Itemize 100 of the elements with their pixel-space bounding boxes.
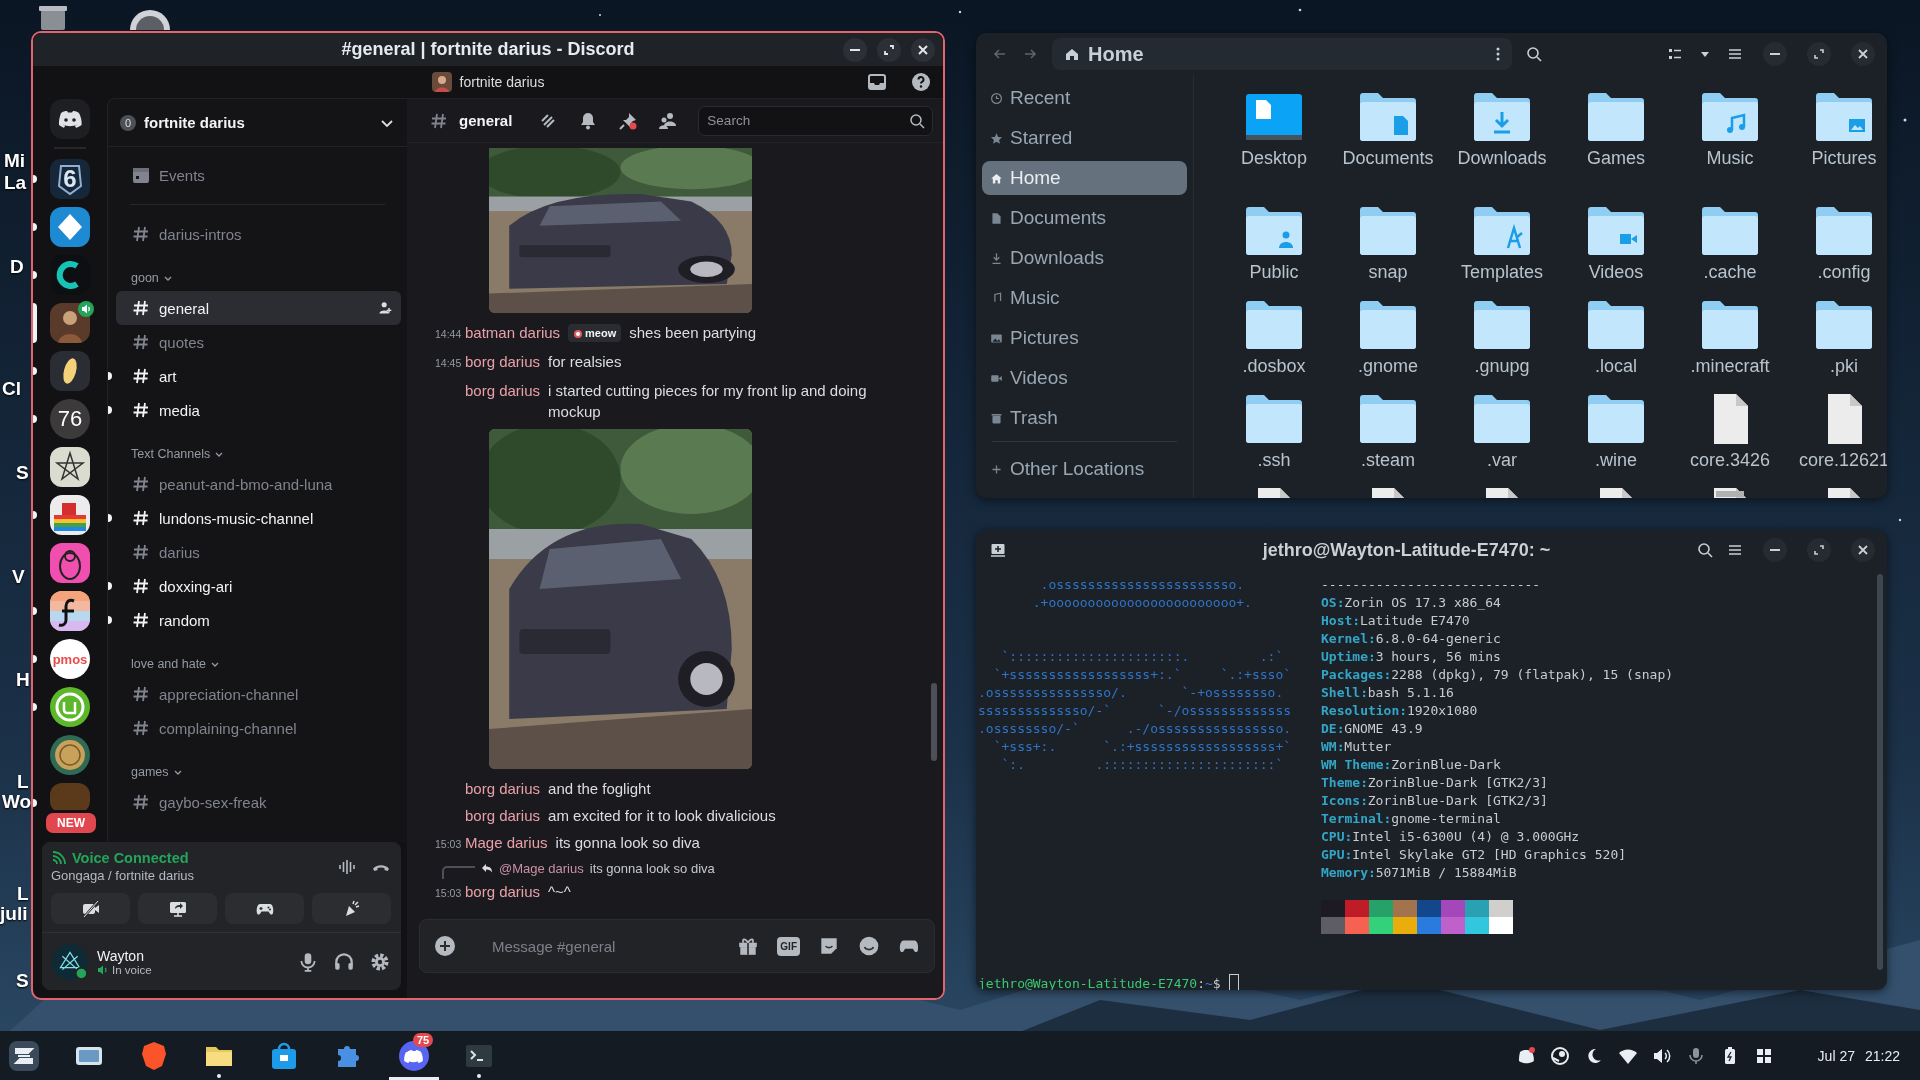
- desktop-icon-label[interactable]: Wo: [2, 793, 32, 811]
- author-name[interactable]: borg darius: [465, 881, 541, 902]
- channel-item[interactable]: art: [116, 359, 401, 393]
- author-name[interactable]: borg darius: [465, 351, 541, 372]
- sidebar-item[interactable]: Trash: [982, 401, 1187, 435]
- server-button[interactable]: pmos: [50, 639, 90, 679]
- file-name[interactable]: .config: [1794, 262, 1887, 282]
- scrollbar-thumb[interactable]: [931, 683, 937, 761]
- folder-icon[interactable]: [1588, 92, 1644, 142]
- file-name[interactable]: Public: [1224, 262, 1324, 282]
- author-name[interactable]: borg darius: [465, 778, 541, 799]
- desktop-icon-label[interactable]: D: [10, 258, 24, 276]
- author-name[interactable]: borg darius: [465, 380, 541, 401]
- list-view-icon[interactable]: [1667, 46, 1683, 62]
- sidebar-item[interactable]: Pictures: [982, 321, 1187, 355]
- maximize-button[interactable]: [1807, 538, 1831, 562]
- reply-mention[interactable]: @Mage darius: [499, 860, 584, 876]
- file-name[interactable]: Music: [1680, 148, 1780, 168]
- author-name[interactable]: batman darius: [465, 322, 561, 343]
- channel-item[interactable]: lundons-music-channel: [116, 501, 401, 535]
- more-icon[interactable]: [1496, 46, 1500, 62]
- folder-icon[interactable]: [1702, 206, 1758, 256]
- sidebar-item[interactable]: Videos: [982, 361, 1187, 395]
- folder-icon[interactable]: [1360, 92, 1416, 142]
- reply-preview[interactable]: its gonna look so diva: [589, 860, 715, 876]
- sticker-icon[interactable]: [818, 935, 840, 957]
- search-icon[interactable]: [1526, 46, 1542, 62]
- channel-item[interactable]: darius: [116, 535, 401, 569]
- category-label[interactable]: Text Channels: [131, 447, 211, 461]
- folder-icon[interactable]: [1474, 394, 1530, 444]
- desktop-icon-label[interactable]: La: [4, 174, 27, 192]
- folder-icon[interactable]: [1588, 206, 1644, 256]
- channel-item[interactable]: general: [116, 291, 401, 325]
- sidebar-item[interactable]: Home: [982, 161, 1187, 195]
- folder-icon[interactable]: [1588, 300, 1644, 350]
- help-icon[interactable]: [911, 72, 931, 92]
- desktop-icon-label[interactable]: L: [17, 885, 29, 903]
- close-button[interactable]: [1851, 42, 1875, 66]
- headphones-icon[interactable]: [333, 950, 355, 973]
- pin-icon[interactable]: [618, 110, 639, 131]
- folder-icon[interactable]: [1246, 394, 1302, 444]
- channel-item[interactable]: peanut-and-bmo-and-luna: [116, 467, 401, 501]
- inbox-icon[interactable]: [867, 72, 887, 92]
- new-tab-icon[interactable]: [990, 542, 1006, 558]
- folder-icon[interactable]: [1246, 300, 1302, 350]
- path-bar[interactable]: Home: [1052, 38, 1512, 70]
- folder-icon[interactable]: [1588, 394, 1644, 444]
- author-name[interactable]: borg darius: [465, 805, 541, 826]
- folder-icon[interactable]: [1816, 300, 1872, 350]
- gamepad-button[interactable]: [225, 893, 304, 924]
- file-name[interactable]: Documents: [1338, 148, 1438, 168]
- minimize-button[interactable]: [1763, 538, 1787, 562]
- file-name[interactable]: .gnome: [1338, 356, 1438, 376]
- server-button[interactable]: [50, 303, 90, 343]
- file-name[interactable]: Templates: [1452, 262, 1552, 282]
- folder-icon[interactable]: [1474, 206, 1530, 256]
- server-button[interactable]: 76: [50, 399, 90, 439]
- trash-icon[interactable]: [38, 6, 68, 30]
- avatar-icon[interactable]: [51, 942, 89, 981]
- server-button[interactable]: [50, 351, 90, 391]
- server-button[interactable]: [50, 447, 90, 487]
- category-label[interactable]: love and hate: [131, 657, 207, 671]
- events-item[interactable]: Events: [116, 158, 401, 192]
- folder-icon[interactable]: [1474, 92, 1530, 142]
- clock-time[interactable]: 21:22: [1864, 1047, 1900, 1064]
- file-name[interactable]: .steam: [1338, 450, 1438, 470]
- sidebar-item[interactable]: Downloads: [982, 241, 1187, 275]
- channel-item[interactable]: gaybo-sex-freak: [116, 785, 401, 819]
- folder-icon[interactable]: [1702, 92, 1758, 142]
- file-name[interactable]: .var: [1452, 450, 1552, 470]
- server-button[interactable]: [50, 207, 90, 247]
- message-field[interactable]: Message #general: [490, 936, 720, 956]
- folder-icon[interactable]: [1360, 300, 1416, 350]
- sidebar-item[interactable]: Other Locations: [982, 452, 1187, 486]
- channel-item[interactable]: complaining-channel: [116, 711, 401, 745]
- desktop-icon-label[interactable]: V: [12, 568, 25, 586]
- minimize-button[interactable]: [843, 38, 867, 62]
- file-name[interactable]: Desktop: [1224, 148, 1324, 168]
- server-button[interactable]: [50, 687, 90, 727]
- file-name[interactable]: .gnupg: [1452, 356, 1552, 376]
- folder-icon[interactable]: [1360, 206, 1416, 256]
- channel-item[interactable]: appreciation-channel: [116, 677, 401, 711]
- file-name[interactable]: .wine: [1566, 450, 1666, 470]
- server-name[interactable]: fortnite darius: [144, 114, 371, 131]
- channel-item[interactable]: doxxing-ari: [116, 569, 401, 603]
- server-button[interactable]: [50, 543, 90, 583]
- folder-icon[interactable]: [1246, 92, 1302, 142]
- menu-icon[interactable]: [1727, 46, 1743, 62]
- camera-off-button[interactable]: [51, 893, 130, 924]
- voice-location[interactable]: Gongaga / fortnite darius: [51, 868, 323, 883]
- file-name[interactable]: .minecraft: [1680, 356, 1780, 376]
- channel-item[interactable]: darius-intros: [116, 217, 401, 251]
- folder-icon[interactable]: [1816, 92, 1872, 142]
- file-name[interactable]: .pki: [1794, 356, 1887, 376]
- file-name[interactable]: core.3426: [1680, 450, 1780, 470]
- folder-icon[interactable]: [1702, 300, 1758, 350]
- folder-icon[interactable]: [1474, 300, 1530, 350]
- channel-item[interactable]: random: [116, 603, 401, 637]
- file-name[interactable]: Games: [1566, 148, 1666, 168]
- screen-share-button[interactable]: [138, 893, 217, 924]
